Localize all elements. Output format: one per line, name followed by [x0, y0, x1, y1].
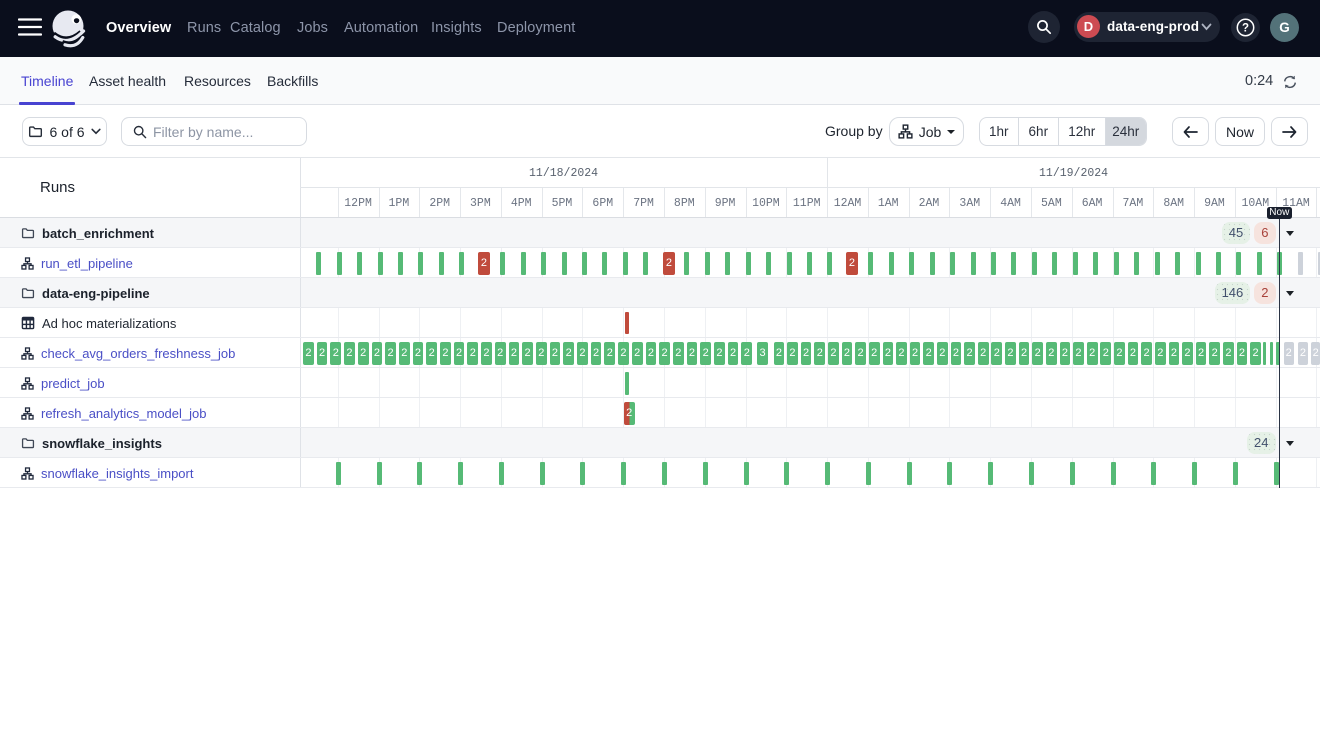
svg-text:?: ? [1242, 23, 1249, 35]
